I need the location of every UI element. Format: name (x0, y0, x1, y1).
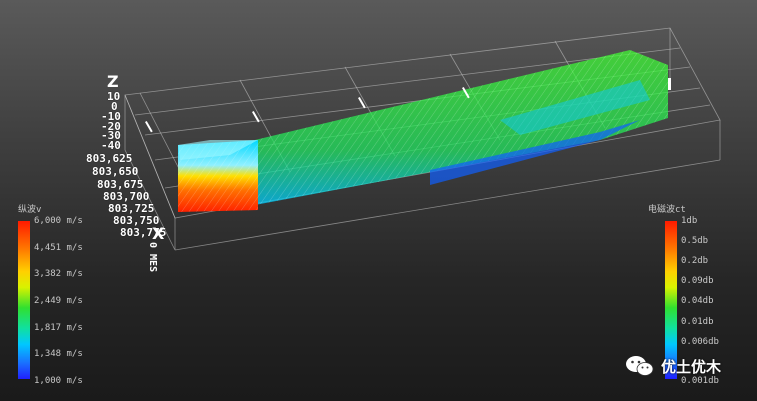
velocity-legend-label: 6,000 m/s (34, 216, 83, 226)
x-axis-label: X (152, 224, 165, 243)
attenuation-legend-label: 0.01db (681, 317, 714, 327)
3d-viewport[interactable]: Z 10 0 -10 -20 -30 -40 803,625 803,650 8… (0, 0, 757, 401)
watermark-text: 优土优木 (661, 357, 722, 376)
attenuation-legend-label: 0.5db (681, 236, 709, 246)
x-tick: 803,625 (86, 152, 133, 165)
attenuation-legend-label: 0.006db (681, 337, 719, 347)
x-tick: 803,675 (97, 178, 144, 191)
attenuation-legend-label: 0.09db (681, 276, 714, 286)
tunnel-volume (178, 50, 668, 212)
velocity-legend-label: 1,348 m/s (34, 349, 83, 359)
velocity-color-bar (18, 221, 30, 379)
x-tick: 803,725 (108, 202, 155, 215)
wechat-icon (626, 356, 654, 376)
velocity-legend-label: 3,382 m/s (34, 269, 83, 279)
side-axis-ticks: 0 MES (147, 242, 158, 273)
attenuation-legend-label: 1db (681, 216, 698, 226)
velocity-legend-label: 1,817 m/s (34, 323, 83, 333)
velocity-legend-label: 4,451 m/s (34, 243, 83, 253)
velocity-legend-label: 1,000 m/s (34, 376, 83, 386)
attenuation-legend-label: 0.2db (681, 256, 709, 266)
z-axis-label: Z (107, 72, 119, 91)
x-tick: 803,700 (103, 190, 150, 203)
velocity-legend-label: 2,449 m/s (34, 296, 83, 306)
velocity-legend-title: 纵波v (18, 205, 42, 215)
x-tick: 803,650 (92, 165, 139, 178)
attenuation-legend-title: 电磁波ct (648, 205, 686, 215)
z-tick: -40 (101, 139, 121, 152)
attenuation-legend-label: 0.04db (681, 296, 714, 306)
watermark: 优土优木 (625, 354, 721, 378)
